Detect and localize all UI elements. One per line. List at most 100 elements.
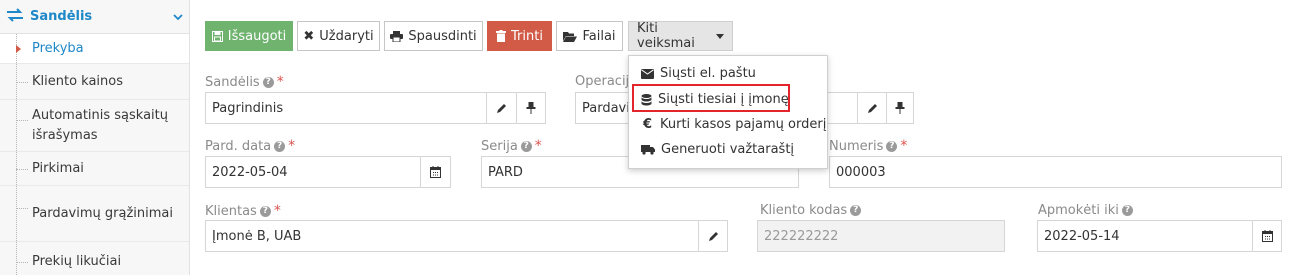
client-field[interactable]: Įmonė B, UAB [205, 220, 699, 252]
help-icon[interactable]: ? [886, 140, 898, 152]
warehouse-pin-button[interactable] [516, 92, 546, 124]
help-icon[interactable]: ? [850, 205, 862, 216]
sale-date-value: 2022-05-04 [212, 164, 288, 180]
sidebar-item-label: Pardavimų grąžinimai [32, 205, 173, 221]
operation-edit-button[interactable] [857, 92, 887, 124]
sidebar: Sandėlis Prekyba Kliento kainos Automati… [0, 0, 190, 275]
menu-item-waybill[interactable]: Generuoti važtaraštį [641, 142, 794, 157]
warehouse-value: Pagrindinis [212, 100, 284, 116]
sale-date-calendar-button[interactable] [420, 156, 451, 188]
trash-icon [496, 30, 507, 42]
printer-icon [390, 30, 404, 42]
sidebar-item-pirkimai[interactable]: Pirkimai [0, 152, 189, 186]
menu-item-send-email[interactable]: Siųsti el. paštu [641, 66, 756, 81]
client-value: Įmonė B, UAB [212, 228, 302, 244]
sale-date-field[interactable]: 2022-05-04 [205, 156, 421, 188]
menu-item-label: Generuoti važtaraštį [661, 142, 795, 157]
pin-icon [895, 102, 905, 114]
envelope-icon [641, 68, 654, 79]
warehouse-label: Sandėlis [205, 74, 260, 90]
sidebar-item-kliento-kainos[interactable]: Kliento kainos [0, 64, 189, 100]
warehouse-label-row: Sandėlis ? * [205, 74, 284, 90]
client-code-field: 222222222 [757, 220, 1005, 252]
close-button[interactable]: ✖ Uždaryti [297, 21, 380, 51]
client-code-value: 222222222 [764, 228, 839, 244]
menu-item-label: Kurti kasos pajamų orderį [660, 117, 827, 132]
warehouse-field[interactable]: Pagrindinis [205, 92, 487, 124]
client-code-label-row: Kliento kodas ? [760, 203, 862, 218]
sidebar-section-header[interactable]: Sandėlis [0, 0, 189, 34]
highlight-box [632, 84, 790, 112]
client-code-label: Kliento kodas [760, 203, 848, 218]
menu-item-cash-order[interactable]: € Kurti kasos pajamų orderį [641, 117, 826, 132]
sidebar-item-grazinimai[interactable]: Pardavimų grąžinimai [0, 186, 189, 242]
sidebar-item-label: Prekyba [32, 40, 84, 56]
files-button-label: Failai [582, 28, 616, 44]
folder-open-icon [563, 31, 578, 42]
more-actions-menu: Siųsti el. paštu Siųsti tiesiai į įmonę … [628, 55, 828, 169]
caret-down-icon [716, 33, 724, 39]
exchange-icon [6, 7, 26, 26]
required-marker: * [900, 138, 908, 154]
help-icon[interactable]: ? [274, 140, 286, 152]
sidebar-section-title: Sandėlis [30, 9, 93, 24]
number-field[interactable]: 000003 [829, 156, 1282, 188]
sidebar-item-label: Kliento kainos [32, 73, 124, 89]
euro-icon: € [642, 117, 653, 132]
required-marker: * [276, 74, 284, 90]
menu-item-label: Siųsti el. paštu [660, 66, 756, 81]
number-label: Numeris [829, 138, 884, 154]
sale-date-label: Pard. data [205, 138, 272, 154]
files-button[interactable]: Failai [556, 21, 623, 51]
floppy-icon [211, 30, 223, 42]
warehouse-edit-button[interactable] [486, 92, 517, 124]
sidebar-item-automatinis[interactable]: Automatinis sąskaitų išrašymas [0, 100, 189, 152]
required-marker: * [288, 138, 296, 154]
close-button-label: Uždaryti [319, 28, 374, 44]
sidebar-item-prekyba[interactable]: Prekyba [0, 34, 189, 64]
calendar-icon [1261, 230, 1273, 242]
help-icon[interactable]: ? [520, 140, 532, 152]
chevron-down-icon[interactable] [173, 11, 183, 21]
pay-until-calendar-button[interactable] [1252, 220, 1282, 252]
calendar-icon [430, 166, 441, 178]
sale-date-label-row: Pard. data ? * [205, 138, 295, 154]
pencil-icon [708, 231, 718, 241]
client-edit-button[interactable] [698, 220, 728, 252]
operation-pin-button[interactable] [886, 92, 914, 124]
save-button[interactable]: Išsaugoti [205, 21, 293, 51]
required-marker: * [534, 138, 542, 154]
pay-until-value: 2022-05-14 [1044, 228, 1120, 244]
series-label-row: Serija ? * [481, 138, 542, 154]
required-marker: * [273, 203, 281, 219]
pencil-icon [497, 103, 506, 113]
sidebar-item-likuciai[interactable]: Prekių likučiai [0, 242, 189, 275]
pay-until-label: Apmokėti iki [1038, 203, 1119, 218]
help-icon[interactable]: ? [259, 205, 271, 217]
sidebar-item-label: Prekių likučiai [32, 253, 122, 269]
operation-value: Pardavi [582, 100, 630, 116]
client-label-row: Klientas ? * [205, 203, 281, 219]
sidebar-item-label: Automatinis sąskaitų išrašymas [32, 107, 169, 143]
close-icon: ✖ [303, 28, 315, 44]
number-value: 000003 [836, 164, 886, 180]
truck-icon [641, 145, 655, 155]
help-icon[interactable]: ? [262, 76, 274, 88]
pin-icon [526, 102, 536, 114]
save-button-label: Išsaugoti [227, 28, 287, 44]
print-button[interactable]: Spausdinti [384, 21, 483, 51]
help-icon[interactable]: ? [1121, 205, 1133, 216]
pencil-icon [867, 103, 877, 113]
pay-until-label-row: Apmokėti iki ? [1038, 203, 1133, 218]
sidebar-item-label: Pirkimai [32, 160, 84, 176]
more-actions-label: Kiti veiksmai [637, 21, 695, 51]
client-label: Klientas [205, 203, 257, 219]
number-label-row: Numeris ? * [829, 138, 907, 154]
delete-button[interactable]: Trinti [487, 21, 552, 51]
more-actions-button[interactable]: Kiti veiksmai [628, 21, 733, 51]
series-value: PARD [488, 164, 523, 180]
caret-right-icon [16, 44, 21, 53]
pay-until-field[interactable]: 2022-05-14 [1037, 220, 1253, 252]
series-label: Serija [481, 138, 518, 154]
print-button-label: Spausdinti [408, 28, 477, 44]
